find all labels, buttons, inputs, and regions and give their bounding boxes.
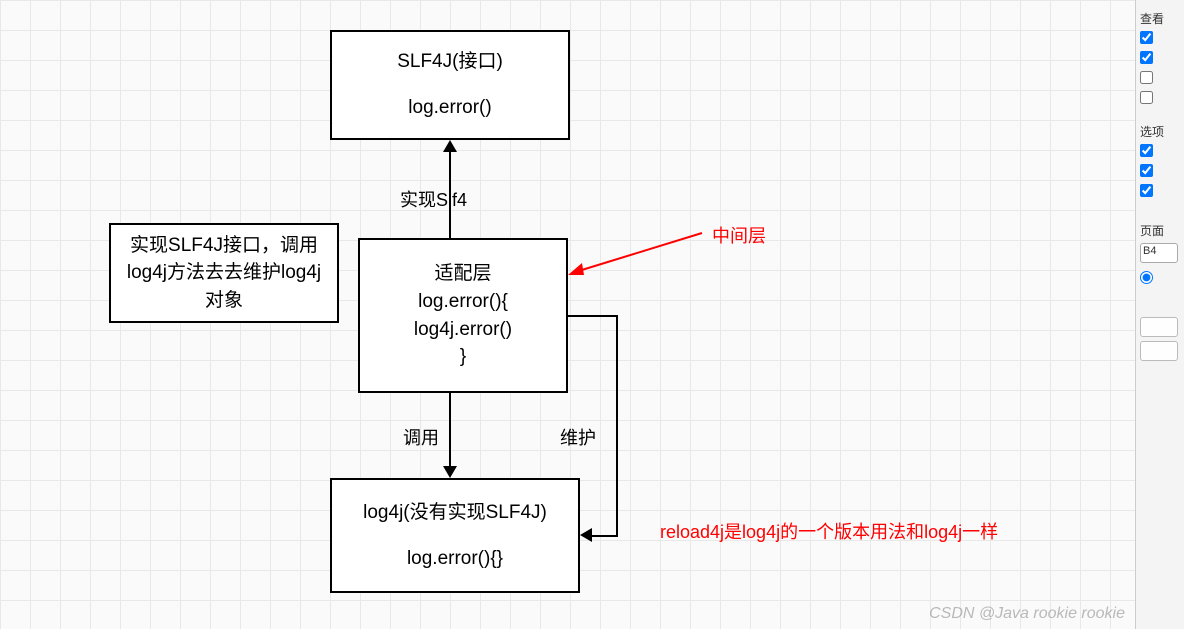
edge-loop-h2: [592, 535, 618, 537]
sidebar-section-options: 选项: [1140, 123, 1180, 140]
sidebar-page-size[interactable]: B4: [1140, 243, 1178, 263]
edge-loop-label: 维护: [560, 424, 596, 450]
node-impl-text: 实现SLF4J接口，调用log4j方法去去维护log4j对象: [119, 232, 329, 315]
node-slf4j[interactable]: SLF4J(接口) log.error(): [330, 30, 570, 140]
edge-up-arrowhead-icon: [443, 140, 457, 152]
node-adapter-l2: log.error(){: [418, 288, 508, 316]
node-slf4j-title: SLF4J(接口): [397, 48, 503, 76]
settings-sidebar: 查看 选项 页面 B4: [1135, 0, 1184, 629]
sidebar-cb-1[interactable]: [1140, 31, 1153, 44]
anno-mid-text: 中间层: [712, 222, 766, 248]
edge-down-line: [449, 393, 451, 466]
sidebar-cb-4[interactable]: [1140, 91, 1153, 104]
edge-loop-v: [616, 315, 618, 535]
node-slf4j-sub: log.error(): [408, 94, 491, 122]
edge-impl-adapter: [339, 270, 358, 272]
sidebar-btn-2[interactable]: [1140, 341, 1178, 361]
edge-down-label: 调用: [403, 424, 439, 450]
sidebar-cb-5[interactable]: [1140, 144, 1153, 157]
node-adapter-l4: }: [460, 343, 466, 371]
edge-loop-h1: [568, 315, 618, 317]
node-log4j[interactable]: log4j(没有实现SLF4J) log.error(){}: [330, 478, 580, 593]
sidebar-section-page: 页面: [1140, 222, 1180, 239]
node-adapter-l3: log4j.error(): [414, 316, 512, 344]
sidebar-btn-1[interactable]: [1140, 317, 1178, 337]
sidebar-cb-6[interactable]: [1140, 164, 1153, 177]
diagram-canvas[interactable]: SLF4J(接口) log.error() 实现SLF4J接口，调用log4j方…: [0, 0, 1135, 629]
edge-up-label: 实现Slf4: [400, 186, 467, 212]
edge-loop-arrowhead-icon: [580, 528, 592, 542]
node-log4j-sub: log.error(){}: [407, 545, 503, 573]
sidebar-cb-7[interactable]: [1140, 184, 1153, 197]
node-log4j-title: log4j(没有实现SLF4J): [363, 499, 547, 527]
anno-reload-text: reload4j是log4j的一个版本用法和log4j一样: [660, 518, 998, 544]
edge-down-arrowhead-icon: [443, 466, 457, 478]
sidebar-section-view: 查看: [1140, 10, 1180, 27]
node-impl[interactable]: 实现SLF4J接口，调用log4j方法去去维护log4j对象: [109, 223, 339, 323]
node-adapter[interactable]: 适配层 log.error(){ log4j.error() }: [358, 238, 568, 393]
watermark-text: CSDN @Java rookie rookie: [929, 605, 1125, 623]
sidebar-cb-2[interactable]: [1140, 51, 1153, 64]
node-adapter-l1: 适配层: [434, 260, 491, 288]
sidebar-cb-3[interactable]: [1140, 71, 1153, 84]
anno-mid-arrow-icon: [562, 225, 722, 285]
sidebar-radio-1[interactable]: [1140, 271, 1153, 284]
